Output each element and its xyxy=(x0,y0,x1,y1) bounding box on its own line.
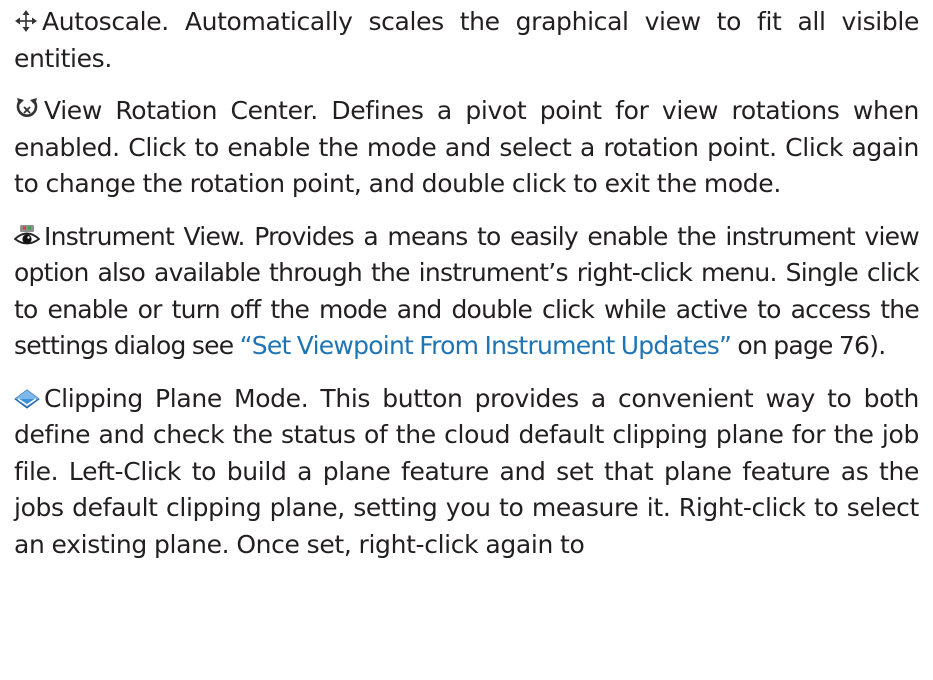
clipping-plane-text: Clipping Plane Mode. This button provide… xyxy=(14,383,919,559)
autoscale-text: Autoscale. Automatically scales the grap… xyxy=(14,7,919,73)
clipping-plane-paragraph: Clipping Plane Mode. This button provide… xyxy=(14,381,919,564)
document-body: Autoscale. Automatically scales the grap… xyxy=(14,4,920,579)
set-viewpoint-link[interactable]: “Set Viewpoint From Instrument Updates” xyxy=(240,331,732,360)
instrument-view-text-after: on page 76). xyxy=(731,331,886,360)
instrument-view-icon xyxy=(14,224,40,248)
view-rotation-center-paragraph: View Rotation Center. Defines a pivot po… xyxy=(14,93,919,203)
view-rotation-center-text: View Rotation Center. Defines a pivot po… xyxy=(14,96,919,198)
autoscale-paragraph: Autoscale. Automatically scales the grap… xyxy=(14,4,919,77)
autoscale-icon xyxy=(14,9,38,33)
clipping-plane-icon xyxy=(14,388,40,410)
instrument-view-paragraph: Instrument View. Provides a means to eas… xyxy=(14,219,920,365)
view-rotation-center-icon xyxy=(14,96,40,122)
